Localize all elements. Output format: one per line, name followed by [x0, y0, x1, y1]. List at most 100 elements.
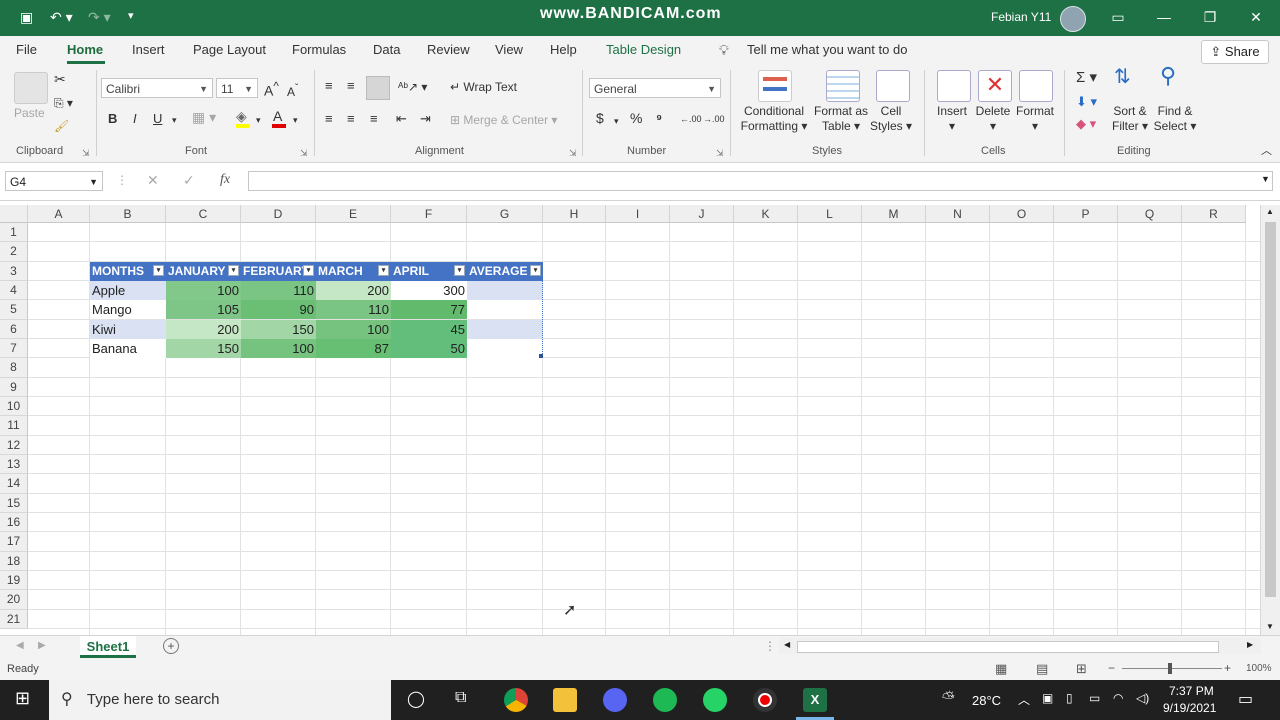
align-left-icon[interactable]: ≡: [325, 111, 333, 126]
filter-dropdown-icon[interactable]: ▾: [454, 264, 465, 276]
spreadsheet-grid[interactable]: ABCDEFGHIJKLMNOPQR 1 2 3 4 5 6 7 8 9 10 11 12 13 14 15…: [0, 205, 1260, 635]
scroll-up-icon[interactable]: ▲: [1266, 207, 1274, 216]
table-data-cell[interactable]: 90: [241, 300, 316, 320]
scroll-left-icon[interactable]: ◀: [784, 640, 790, 649]
discord-icon[interactable]: [603, 688, 627, 712]
row-header[interactable]: 1: [0, 223, 28, 243]
restore-icon[interactable]: ❐: [1190, 4, 1230, 30]
format-painter-icon[interactable]: 🖌︎: [54, 119, 69, 134]
formula-input[interactable]: [248, 171, 1273, 191]
column-header[interactable]: F: [391, 205, 467, 223]
filter-dropdown-icon[interactable]: ▾: [153, 264, 164, 276]
row-header[interactable]: 15: [0, 493, 28, 513]
weather-icon[interactable]: ⛅︎: [942, 690, 955, 708]
excel-taskbar-icon[interactable]: X: [803, 688, 827, 712]
chevron-down-icon[interactable]: ▾: [172, 113, 177, 128]
splitter-icon[interactable]: ⋮: [764, 639, 776, 653]
page-break-view-icon[interactable]: ⊞: [1076, 661, 1087, 677]
row-header[interactable]: 10: [0, 396, 28, 417]
row-header[interactable]: 8: [0, 358, 28, 378]
tab-view[interactable]: View: [495, 42, 523, 57]
column-header[interactable]: L: [798, 205, 862, 223]
share-button[interactable]: ⇪ Share: [1201, 40, 1269, 64]
column-header[interactable]: M: [862, 205, 926, 223]
insert-function-button[interactable]: fx: [220, 172, 230, 188]
decrease-font-icon[interactable]: Aˇ: [287, 81, 298, 100]
copy-icon[interactable]: ⎘ ▾: [54, 96, 73, 111]
column-header[interactable]: O: [990, 205, 1054, 223]
zoom-in-icon[interactable]: +: [1224, 661, 1231, 675]
cut-icon[interactable]: ✂: [54, 72, 66, 87]
table-data-cell[interactable]: 100: [241, 338, 316, 358]
sheet-tab-sheet1[interactable]: Sheet1: [80, 636, 136, 658]
horizontal-scrollbar[interactable]: ◀ ▶: [779, 638, 1261, 654]
table-header-cell[interactable]: MONTHS ▾: [90, 261, 166, 281]
table-data-cell[interactable]: 200: [316, 280, 391, 300]
orientation-icon[interactable]: ᴬᵇ↗ ▾: [398, 80, 427, 95]
tab-data[interactable]: Data: [373, 42, 400, 57]
fill-color-icon[interactable]: ◈: [236, 109, 247, 124]
clock-date[interactable]: 9/19/2021: [1163, 701, 1216, 715]
page-layout-view-icon[interactable]: ▤: [1036, 661, 1048, 677]
table-row-label[interactable]: Apple: [90, 280, 166, 300]
increase-decimal-button[interactable]: ←.00: [680, 112, 702, 127]
next-sheet-icon[interactable]: ▶: [38, 640, 46, 651]
row-header[interactable]: 5: [0, 300, 28, 320]
column-header[interactable]: R: [1182, 205, 1246, 223]
column-header[interactable]: H: [543, 205, 606, 223]
fill-icon[interactable]: ⬇ ▾: [1076, 94, 1097, 109]
align-middle-icon[interactable]: ≡: [347, 78, 355, 93]
delete-cells-button[interactable]: Delete ▾: [974, 104, 1012, 134]
merge-center-button[interactable]: ⊞ Merge & Center ▾: [450, 113, 557, 128]
row-header[interactable]: 11: [0, 416, 28, 436]
conditional-formatting-button[interactable]: Conditional Formatting ▾: [738, 104, 810, 134]
underline-button[interactable]: U: [153, 111, 162, 126]
font-launcher-icon[interactable]: ⇲: [300, 146, 308, 161]
row-header[interactable]: 21: [0, 609, 28, 629]
table-data-cell[interactable]: 200: [166, 319, 241, 339]
scroll-right-icon[interactable]: ▶: [1247, 640, 1253, 649]
row-header[interactable]: 16: [0, 512, 28, 533]
cell-styles-button[interactable]: Cell Styles ▾: [868, 104, 914, 134]
format-as-table-button[interactable]: Format as Table ▾: [812, 104, 870, 134]
table-data-cell[interactable]: 100: [166, 280, 241, 300]
table-header-cell[interactable]: FEBRUARY ▾: [241, 261, 316, 281]
volume-icon[interactable]: ◁): [1136, 691, 1149, 705]
number-format-select[interactable]: General ▼: [589, 78, 721, 98]
battery-icon[interactable]: ▭: [1089, 691, 1100, 705]
comma-button[interactable]: ⁹: [656, 111, 662, 126]
table-row-label[interactable]: Mango: [90, 300, 166, 320]
zoom-slider-thumb[interactable]: [1168, 663, 1172, 674]
paste-button[interactable]: Paste: [14, 106, 45, 121]
cortana-icon[interactable]: ◯: [407, 689, 425, 709]
row-header[interactable]: 19: [0, 570, 28, 591]
table-row-label[interactable]: Kiwi: [90, 319, 166, 339]
table-data-cell[interactable]: 87: [316, 338, 391, 358]
undo-icon[interactable]: ↶ ▾: [50, 9, 73, 26]
column-header[interactable]: E: [316, 205, 391, 223]
clipboard-launcher-icon[interactable]: ⇲: [82, 146, 90, 161]
table-data-cell[interactable]: 110: [316, 300, 391, 320]
row-header[interactable]: 17: [0, 532, 28, 552]
table-data-cell[interactable]: 45: [391, 319, 467, 339]
alignment-launcher-icon[interactable]: ⇲: [569, 146, 577, 161]
vertical-scroll-thumb[interactable]: [1265, 222, 1276, 597]
filter-dropdown-icon[interactable]: ▾: [228, 264, 239, 276]
table-data-cell[interactable]: 110: [241, 280, 316, 300]
filter-dropdown-icon[interactable]: ▾: [530, 264, 541, 276]
decrease-decimal-button[interactable]: →.00: [703, 112, 725, 127]
column-header[interactable]: N: [926, 205, 990, 223]
table-header-cell[interactable]: MARCH ▾: [316, 261, 391, 281]
tray-chevron-icon[interactable]: ︿: [1018, 691, 1030, 708]
row-header[interactable]: 13: [0, 454, 28, 475]
column-header[interactable]: D: [241, 205, 316, 223]
horizontal-scroll-thumb[interactable]: [797, 641, 1219, 653]
column-header[interactable]: Q: [1118, 205, 1182, 223]
chevron-down-icon[interactable]: ▾: [293, 113, 298, 128]
save-icon[interactable]: ▣: [20, 9, 33, 26]
tab-page-layout[interactable]: Page Layout: [193, 42, 266, 57]
column-header[interactable]: I: [606, 205, 670, 223]
name-box[interactable]: G4 ▼: [5, 171, 103, 191]
row-header[interactable]: 9: [0, 377, 28, 397]
ribbon-display-icon[interactable]: ▭: [1098, 4, 1138, 30]
